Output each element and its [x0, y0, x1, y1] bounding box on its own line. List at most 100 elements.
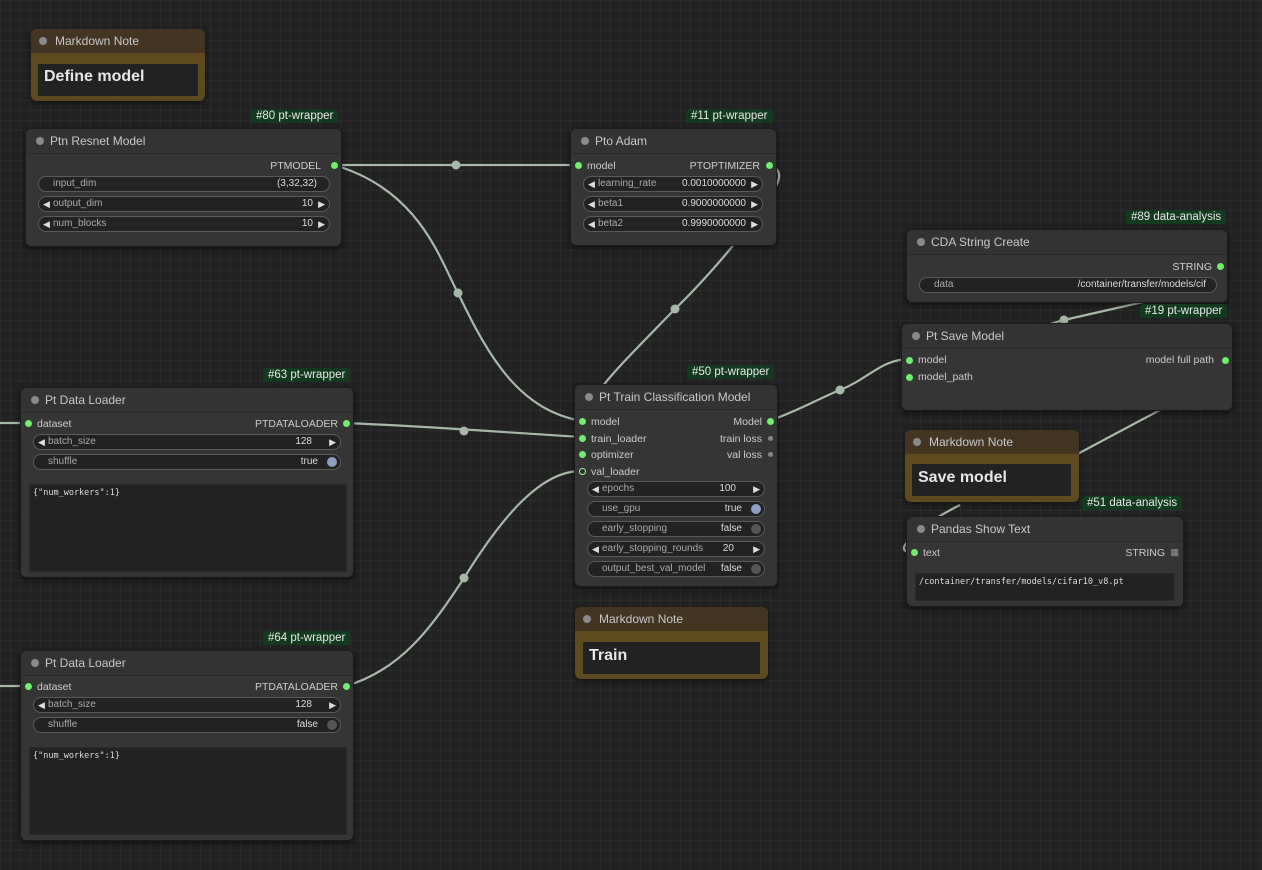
text-display[interactable]: /container/transfer/models/cifar10_v8.pt: [915, 573, 1175, 601]
increment-arrow-icon[interactable]: ▶: [329, 698, 336, 712]
note-define-model[interactable]: Markdown Note Define model: [31, 29, 205, 101]
collapse-dot-icon[interactable]: [913, 438, 921, 446]
note-train[interactable]: Markdown Note Train: [575, 607, 768, 679]
node-pto-adam[interactable]: Pto Adam model PTOPTIMIZER ◀ learning_ra…: [570, 128, 777, 246]
input-port-dataset[interactable]: [25, 420, 32, 427]
increment-arrow-icon[interactable]: ▶: [751, 197, 758, 211]
decrement-arrow-icon[interactable]: ◀: [592, 482, 599, 496]
note-header[interactable]: Markdown Note: [31, 29, 205, 53]
input-port-dataset[interactable]: [25, 683, 32, 690]
widget-value: 0.9000000000: [682, 198, 746, 209]
grid-port-icon[interactable]: ▦: [1170, 547, 1179, 558]
increment-arrow-icon[interactable]: ▶: [318, 217, 325, 231]
note-body[interactable]: Define model: [38, 64, 198, 96]
note-header[interactable]: Markdown Note: [575, 607, 768, 631]
use-gpu-toggle[interactable]: use_gpu true: [587, 501, 765, 517]
node-pt-data-loader-64[interactable]: Pt Data Loader dataset PTDATALOADER ◀ ba…: [20, 650, 354, 841]
collapse-dot-icon[interactable]: [917, 525, 925, 533]
input-dim-field[interactable]: input_dim (3,32,32): [38, 176, 330, 192]
beta2-stepper[interactable]: ◀ beta2 0.9990000000 ▶: [583, 216, 763, 232]
output-port-ptmodel[interactable]: [331, 162, 338, 169]
output-port-ptdataloader[interactable]: [343, 683, 350, 690]
collapse-dot-icon[interactable]: [581, 137, 589, 145]
increment-arrow-icon[interactable]: ▶: [329, 435, 336, 449]
output-port-ptdataloader[interactable]: [343, 420, 350, 427]
collapse-dot-icon[interactable]: [917, 238, 925, 246]
output-port-model-full-path[interactable]: [1222, 357, 1229, 364]
node-header[interactable]: Pt Data Loader: [21, 651, 353, 676]
node-header[interactable]: Pt Data Loader: [21, 388, 353, 413]
node-header[interactable]: Pt Save Model: [902, 324, 1232, 349]
input-port-model[interactable]: [906, 357, 913, 364]
note-header[interactable]: Markdown Note: [905, 430, 1079, 454]
node-header[interactable]: CDA String Create: [907, 230, 1227, 255]
beta1-stepper[interactable]: ◀ beta1 0.9000000000 ▶: [583, 196, 763, 212]
output-port-train-loss[interactable]: [768, 436, 773, 441]
output-port-ptoptimizer[interactable]: [766, 162, 773, 169]
output-dim-stepper[interactable]: ◀ output_dim 10 ▶: [38, 196, 330, 212]
decrement-arrow-icon[interactable]: ◀: [588, 177, 595, 191]
toggle-knob-icon: [327, 457, 337, 467]
early-stopping-rounds-stepper[interactable]: ◀ early_stopping_rounds 20 ▶: [587, 541, 765, 557]
decrement-arrow-icon[interactable]: ◀: [588, 217, 595, 231]
decrement-arrow-icon[interactable]: ◀: [38, 435, 45, 449]
batch-size-stepper[interactable]: ◀ batch_size 128 ▶: [33, 697, 341, 713]
input-port-model[interactable]: [579, 418, 586, 425]
input-label: dataset: [37, 418, 72, 430]
learning-rate-stepper[interactable]: ◀ learning_rate 0.0010000000 ▶: [583, 176, 763, 192]
input-port-val-loader[interactable]: [579, 468, 586, 475]
increment-arrow-icon[interactable]: ▶: [753, 542, 760, 556]
input-port-model[interactable]: [575, 162, 582, 169]
decrement-arrow-icon[interactable]: ◀: [43, 197, 50, 211]
shuffle-toggle[interactable]: shuffle false: [33, 717, 341, 733]
input-port-text[interactable]: [911, 549, 918, 556]
node-pt-train-classification-model[interactable]: Pt Train Classification Model model trai…: [574, 384, 778, 587]
node-pandas-show-text[interactable]: Pandas Show Text text STRING ▦ /containe…: [906, 516, 1184, 607]
increment-arrow-icon[interactable]: ▶: [753, 482, 760, 496]
collapse-dot-icon[interactable]: [31, 659, 39, 667]
output-port-string[interactable]: [1217, 263, 1224, 270]
input-port-train-loader[interactable]: [579, 435, 586, 442]
early-stopping-toggle[interactable]: early_stopping false: [587, 521, 765, 537]
increment-arrow-icon[interactable]: ▶: [318, 197, 325, 211]
node-header[interactable]: Pt Train Classification Model: [575, 385, 777, 410]
node-pt-save-model[interactable]: Pt Save Model model model_path model ful…: [901, 323, 1233, 411]
collapse-dot-icon[interactable]: [39, 37, 47, 45]
output-port-model[interactable]: [767, 418, 774, 425]
widget-value: (3,32,32): [276, 178, 317, 189]
batch-size-stepper[interactable]: ◀ batch_size 128 ▶: [33, 434, 341, 450]
num-blocks-stepper[interactable]: ◀ num_blocks 10 ▶: [38, 216, 330, 232]
node-pt-data-loader-63[interactable]: Pt Data Loader dataset PTDATALOADER ◀ ba…: [20, 387, 354, 578]
node-header[interactable]: Pandas Show Text: [907, 517, 1183, 542]
data-field[interactable]: data /container/transfer/models/cif: [919, 277, 1217, 293]
input-label: optimizer: [591, 449, 634, 461]
output-best-val-model-toggle[interactable]: output_best_val_model false: [587, 561, 765, 577]
node-cda-string-create[interactable]: CDA String Create STRING data /container…: [906, 229, 1228, 303]
input-label: text: [923, 547, 940, 559]
input-port-model-path[interactable]: [906, 374, 913, 381]
node-header[interactable]: Ptn Resnet Model: [26, 129, 341, 154]
note-body[interactable]: Train: [583, 642, 760, 674]
epochs-stepper[interactable]: ◀ epochs 100 ▶: [587, 481, 765, 497]
shuffle-toggle[interactable]: shuffle true: [33, 454, 341, 470]
decrement-arrow-icon[interactable]: ◀: [588, 197, 595, 211]
note-text: Define model: [44, 68, 145, 85]
decrement-arrow-icon[interactable]: ◀: [592, 542, 599, 556]
collapse-dot-icon[interactable]: [31, 396, 39, 404]
kwargs-textarea[interactable]: {"num_workers":1}: [29, 484, 347, 572]
increment-arrow-icon[interactable]: ▶: [751, 177, 758, 191]
collapse-dot-icon[interactable]: [583, 615, 591, 623]
increment-arrow-icon[interactable]: ▶: [751, 217, 758, 231]
note-save-model[interactable]: Markdown Note Save model: [905, 430, 1079, 502]
collapse-dot-icon[interactable]: [585, 393, 593, 401]
node-resnet-model[interactable]: Ptn Resnet Model PTMODEL input_dim (3,32…: [25, 128, 342, 247]
output-port-val-loss[interactable]: [768, 452, 773, 457]
note-body[interactable]: Save model: [912, 464, 1071, 496]
collapse-dot-icon[interactable]: [912, 332, 920, 340]
decrement-arrow-icon[interactable]: ◀: [43, 217, 50, 231]
collapse-dot-icon[interactable]: [36, 137, 44, 145]
input-port-optimizer[interactable]: [579, 451, 586, 458]
kwargs-textarea[interactable]: {"num_workers":1}: [29, 747, 347, 835]
node-header[interactable]: Pto Adam: [571, 129, 776, 154]
decrement-arrow-icon[interactable]: ◀: [38, 698, 45, 712]
